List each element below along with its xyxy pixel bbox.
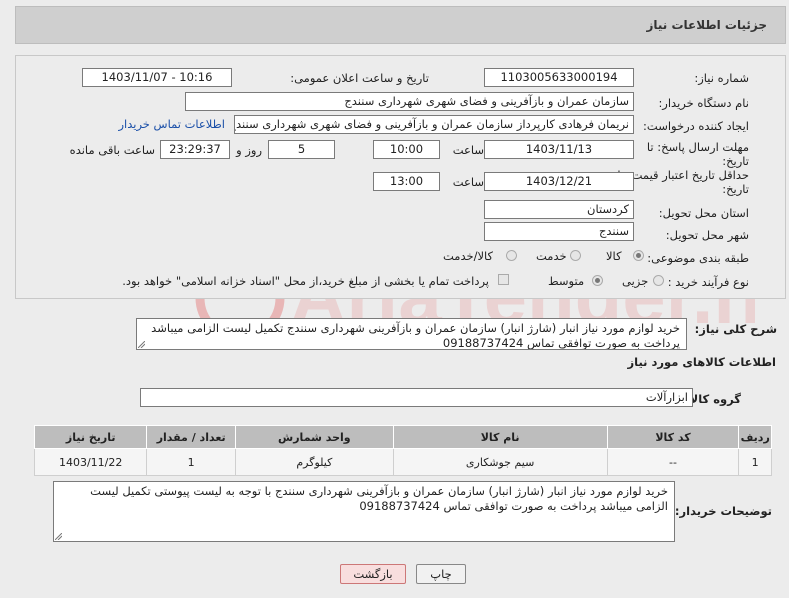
cell-unit: کیلوگرم [234, 448, 394, 476]
deadline-label: مهلت ارسال پاسخ: تا [646, 140, 749, 154]
summary-label: شرح کلی نیاز: [694, 322, 777, 336]
category-radio-goods-service[interactable] [506, 250, 517, 261]
category-option-service: خدمت [536, 249, 567, 263]
cell-name: سیم جوشکاری [392, 448, 608, 476]
need-number-field: 1103005633000194 [484, 68, 634, 87]
remaining-label: ساعت باقی مانده [69, 143, 155, 157]
treasury-payment-checkbox[interactable] [498, 274, 509, 285]
validity-date-field: 1403/12/21 [484, 172, 634, 191]
announce-label: تاریخ و ساعت اعلان عمومی: [290, 71, 429, 85]
print-button[interactable]: چاپ [416, 564, 466, 584]
buyer-org-field: سازمان عمران و بازآفرینی و فضای شهری شهر… [185, 92, 634, 111]
deadline-date-label: تاریخ: [722, 154, 749, 168]
buyer-notes-resize-handle-icon[interactable] [55, 533, 62, 540]
category-option-goods-service: کالا/خدمت [443, 249, 494, 263]
back-button[interactable]: بازگشت [340, 564, 406, 584]
validity-label: حداقل تاریخ اعتبار قیمت: تا [617, 168, 749, 182]
goods-group-label: گروه کالا: [685, 392, 741, 406]
validity-time-field: 13:00 [373, 172, 440, 191]
table-row: 1 -- سیم جوشکاری کیلوگرم 1 1403/11/22 [33, 448, 772, 476]
items-table: ردیف کد کالا نام کالا واحد شمارش تعداد /… [33, 425, 772, 476]
category-radio-service[interactable] [570, 250, 581, 261]
requester-field: نریمان فرهادی کارپرداز سازمان عمران و با… [234, 115, 634, 134]
buyer-notes-label: توضیحات خریدار: [674, 504, 772, 518]
cell-date: 1403/11/22 [33, 448, 148, 476]
deadline-date-field: 1403/11/13 [484, 140, 634, 159]
days-label: روز و [236, 143, 262, 157]
city-label: شهر محل تحویل: [665, 228, 749, 242]
validity-time-label: ساعت [452, 175, 484, 189]
city-field: سنندج [484, 222, 634, 241]
goods-section-title: اطلاعات کالاهای مورد نیاز [627, 355, 776, 369]
days-field: 5 [268, 140, 335, 159]
remaining-time-field: 23:29:37 [160, 140, 230, 159]
goods-group-field: ابزارآلات [140, 388, 693, 407]
category-radio-goods[interactable] [633, 250, 644, 261]
cell-code: -- [606, 448, 740, 476]
col-unit: واحد شمارش [234, 425, 394, 449]
col-row: ردیف [738, 425, 772, 449]
panel-header: جزئیات اطلاعات نیاز [15, 6, 786, 44]
process-option-medium: متوسط [548, 274, 585, 288]
col-name: نام کالا [392, 425, 608, 449]
cell-qty: 1 [146, 448, 236, 476]
summary-resize-handle-icon[interactable] [138, 341, 145, 348]
payment-note: پرداخت تمام یا بخشی از مبلغ خرید،از محل … [122, 274, 489, 288]
category-label: طبقه بندی موضوعی: [647, 251, 749, 265]
deadline-time-label: ساعت [452, 143, 484, 157]
validity-date-label: تاریخ: [722, 182, 749, 196]
process-radio-medium[interactable] [592, 275, 603, 286]
summary-textarea: خرید لوازم مورد نیاز انبار (شارژ انبار) … [136, 318, 687, 350]
col-date: تاریخ نیاز [33, 425, 148, 449]
process-radio-minor[interactable] [653, 275, 664, 286]
process-label: نوع فرآیند خرید : [667, 275, 749, 289]
requester-label: ایجاد کننده درخواست: [643, 119, 749, 133]
deadline-time-field: 10:00 [373, 140, 440, 159]
announce-field: 1403/11/07 - 10:16 [82, 68, 232, 87]
cell-row: 1 [738, 448, 772, 476]
buyer-org-label: نام دستگاه خریدار: [658, 96, 749, 110]
buyer-contact-link[interactable]: اطلاعات تماس خریدار [118, 117, 225, 131]
need-number-label: شماره نیاز: [694, 71, 749, 85]
process-option-minor: جزیی [622, 274, 649, 288]
buyer-notes-textarea: خرید لوازم مورد نیاز انبار (شارژ انبار) … [53, 481, 675, 542]
page-title: جزئیات اطلاعات نیاز [646, 18, 767, 32]
province-label: استان محل تحویل: [658, 206, 749, 220]
province-field: کردستان [484, 200, 634, 219]
category-option-goods: کالا [606, 249, 622, 263]
col-qty: تعداد / مقدار [146, 425, 236, 449]
col-code: کد کالا [606, 425, 740, 449]
items-header-row: ردیف کد کالا نام کالا واحد شمارش تعداد /… [33, 425, 772, 449]
